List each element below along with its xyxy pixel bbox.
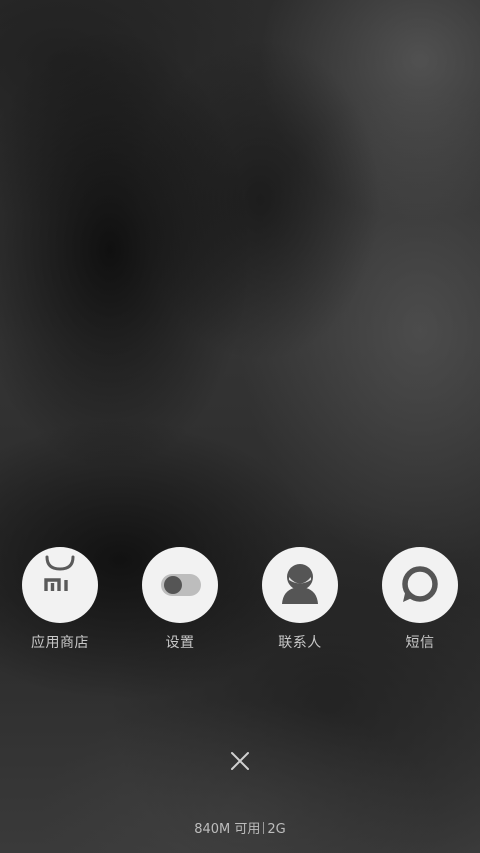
settings-toggle-icon xyxy=(161,574,201,596)
memory-available: 840M 可用 xyxy=(194,822,261,837)
messages-icon-circle[interactable] xyxy=(382,547,458,623)
app-store-shortcut[interactable]: 应用商店 xyxy=(0,547,120,652)
recent-apps-screen: 应用商店 设置 联系人 短信 840M 可用 2G xyxy=(0,0,480,853)
settings-label: 设置 xyxy=(165,635,195,651)
app-store-label: 应用商店 xyxy=(31,635,89,651)
close-icon xyxy=(231,752,249,770)
contacts-shortcut[interactable]: 联系人 xyxy=(240,547,360,652)
contacts-icon-circle[interactable] xyxy=(262,547,338,623)
mi-store-icon xyxy=(44,555,75,591)
settings-shortcut[interactable]: 设置 xyxy=(120,547,240,652)
memory-status: 840M 可用 2G xyxy=(0,818,480,837)
settings-icon-circle[interactable] xyxy=(142,547,218,623)
memory-total: 2G xyxy=(267,822,286,837)
message-bubble-icon xyxy=(402,566,438,602)
blurred-wallpaper xyxy=(0,0,480,853)
messages-label: 短信 xyxy=(405,635,435,651)
messages-shortcut[interactable]: 短信 xyxy=(360,547,480,652)
app-store-icon-circle[interactable] xyxy=(22,547,98,623)
memory-divider xyxy=(263,822,265,834)
contacts-label: 联系人 xyxy=(278,635,322,651)
contact-person-icon xyxy=(282,564,318,604)
close-button[interactable] xyxy=(222,743,258,779)
app-shortcut-row: 应用商店 设置 联系人 短信 xyxy=(0,547,480,657)
